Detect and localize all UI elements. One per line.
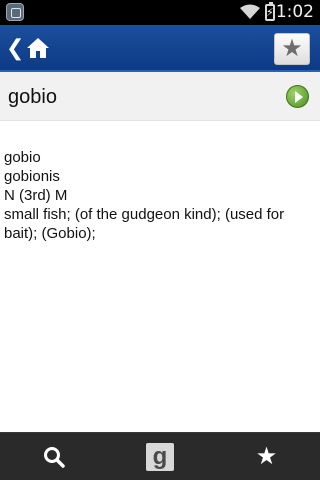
back-home-button[interactable]: ❮ [6,35,50,61]
word-header: gobio [0,72,320,121]
definition-line: gobionis [4,168,60,185]
status-clock: 1:02 [275,2,314,22]
app-notification-icon [6,3,24,21]
add-favorite-button[interactable]: ★ [274,33,310,65]
play-icon [295,91,303,103]
search-icon [43,447,65,468]
google-tab[interactable]: g [107,433,213,481]
favorites-tab[interactable]: ★ [213,433,320,481]
battery-charging-icon: ⚡ [265,2,275,21]
home-icon [27,38,50,58]
favorites-star-icon: ★ [255,443,278,470]
definition-line: gobio [4,149,41,166]
definition-text: gobio gobionis N (3rd) M small fish; (of… [4,148,316,243]
status-bar: ⚡ 1:02 [0,0,320,25]
bottom-toolbar: g ★ [0,432,320,480]
google-icon: g [146,443,174,471]
wifi-icon [240,4,260,19]
word-title: gobio [8,86,57,108]
play-pronunciation-button[interactable] [286,85,309,108]
definition-line: small fish; (of the gudgeon kind); (used… [4,206,285,242]
back-icon: ❮ [6,35,25,60]
definition-line: N (3rd) M [4,187,68,204]
search-tab[interactable] [0,433,107,481]
star-icon: ★ [281,35,303,62]
action-bar: ❮ ★ [0,25,320,72]
